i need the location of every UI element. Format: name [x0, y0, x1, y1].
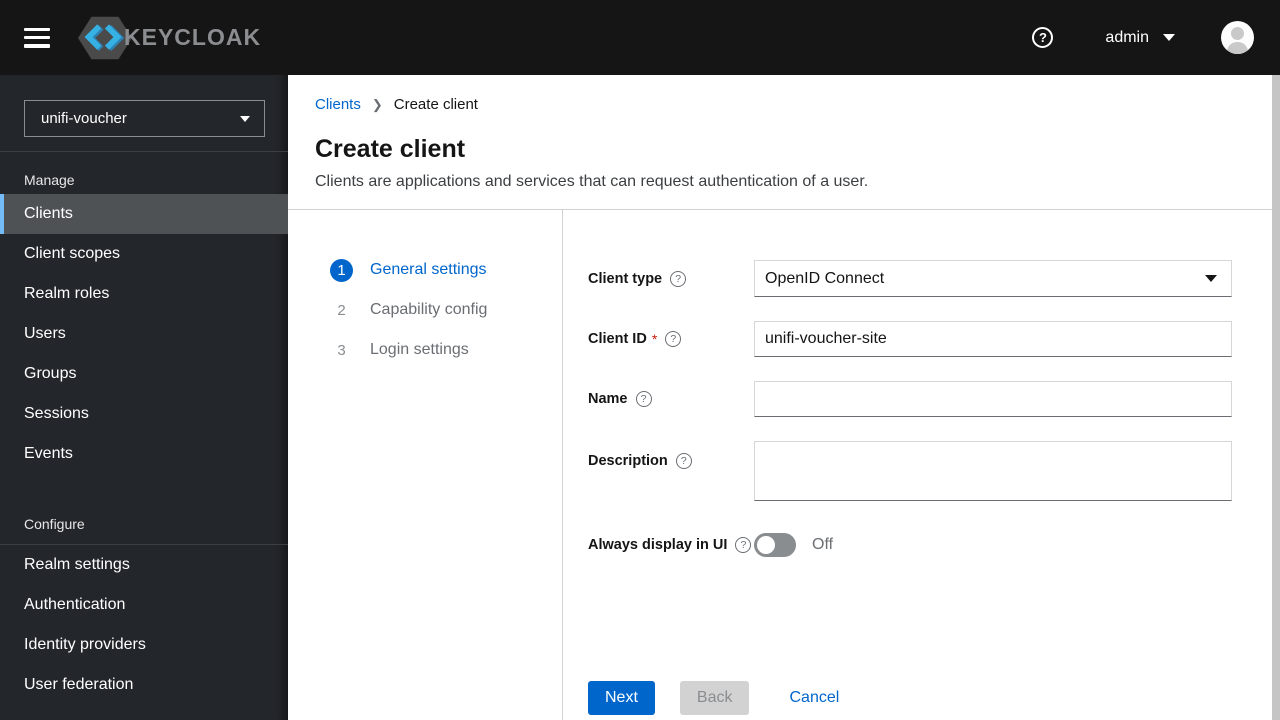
nav-section-manage: Manage — [24, 172, 75, 188]
sidebar-item-sessions[interactable]: Sessions — [0, 394, 288, 434]
wizard-step-general-settings[interactable]: 1 General settings — [288, 250, 562, 290]
toggle-knob — [757, 536, 775, 554]
realm-selector-block: unifi-voucher — [0, 75, 288, 152]
back-button[interactable]: Back — [679, 681, 750, 715]
sidebar-item-user-federation[interactable]: User federation — [0, 665, 288, 705]
realm-name: unifi-voucher — [41, 110, 127, 127]
caret-down-icon — [1163, 34, 1175, 41]
hamburger-icon[interactable] — [24, 27, 50, 48]
client-type-label: Client type — [588, 270, 663, 287]
scrollbar[interactable] — [1272, 75, 1280, 720]
chevron-down-icon — [1205, 275, 1217, 282]
sidebar-item-groups[interactable]: Groups — [0, 354, 288, 394]
step-number-badge: 1 — [330, 258, 353, 282]
avatar-head-icon — [1231, 27, 1244, 40]
required-indicator: * — [651, 331, 658, 347]
question-circle-icon[interactable]: ? — [735, 537, 752, 553]
general-settings-form: Client type ? OpenID Connect Client ID *… — [563, 210, 1272, 720]
step-number-badge: 2 — [337, 301, 346, 319]
sidebar-item-realm-roles[interactable]: Realm roles — [0, 274, 288, 314]
sidebar-item-client-scopes[interactable]: Client scopes — [0, 234, 288, 274]
wizard-step-login-settings[interactable]: 3 Login settings — [288, 330, 562, 370]
username: admin — [1105, 28, 1149, 46]
realm-selector[interactable]: unifi-voucher — [24, 100, 265, 137]
question-circle-icon[interactable]: ? — [670, 270, 687, 287]
step-number-badge: 3 — [337, 341, 346, 359]
question-circle-icon[interactable]: ? — [675, 453, 692, 469]
breadcrumb-separator-icon: ❯ — [371, 96, 383, 112]
next-button[interactable]: Next — [588, 681, 655, 715]
sidebar-item-events[interactable]: Events — [0, 434, 288, 474]
nav-section-configure: Configure — [0, 516, 288, 545]
page-header: Clients ❯ Create client Create client Cl… — [288, 75, 1272, 210]
cancel-button[interactable]: Cancel — [789, 681, 839, 715]
avatar-body-icon — [1227, 42, 1248, 54]
breadcrumb: Clients ❯ Create client — [315, 96, 1272, 113]
sidebar-item-realm-settings[interactable]: Realm settings — [0, 545, 288, 585]
name-label: Name — [588, 391, 628, 407]
sidebar-item-identity-providers[interactable]: Identity providers — [0, 625, 288, 665]
always-display-row: Always display in UI ? Off — [588, 533, 1232, 557]
sidebar: unifi-voucher Manage Clients Client scop… — [0, 75, 288, 720]
breadcrumb-current: Create client — [393, 96, 478, 113]
client-id-row: Client ID * ? — [588, 321, 1232, 357]
question-circle-icon[interactable]: ? — [635, 391, 652, 407]
sidebar-item-users[interactable]: Users — [0, 314, 288, 354]
breadcrumb-clients-link[interactable]: Clients — [315, 96, 361, 113]
client-id-input[interactable] — [754, 321, 1232, 357]
caret-down-icon — [240, 115, 250, 122]
sidebar-nav: Manage Clients Client scopes Realm roles… — [0, 172, 288, 705]
sidebar-item-clients[interactable]: Clients — [0, 194, 288, 234]
name-input[interactable] — [754, 381, 1232, 417]
toggle-state-label: Off — [812, 536, 834, 553]
description-label: Description — [588, 453, 668, 469]
wizard-step-capability-config[interactable]: 2 Capability config — [288, 290, 562, 330]
client-type-value: OpenID Connect — [765, 269, 885, 287]
description-row: Description ? — [588, 441, 1232, 506]
description-textarea[interactable] — [754, 441, 1232, 501]
step-label: General settings — [370, 261, 487, 278]
user-menu[interactable]: admin — [1105, 29, 1175, 47]
avatar[interactable] — [1221, 21, 1254, 54]
masthead: KEYCLOAK ? admin — [0, 0, 1280, 75]
keycloak-logo: KEYCLOAK — [78, 14, 261, 62]
step-label: Login settings — [370, 341, 469, 358]
wizard-steps: 1 General settings 2 Capability config 3… — [288, 210, 563, 720]
sidebar-item-authentication[interactable]: Authentication — [0, 585, 288, 625]
client-type-row: Client type ? OpenID Connect — [588, 260, 1232, 297]
client-id-label: Client ID — [588, 331, 647, 347]
main-content: Clients ❯ Create client Create client Cl… — [288, 75, 1272, 720]
step-label: Capability config — [370, 301, 488, 318]
brand-text: KEYCLOAK — [124, 24, 262, 50]
question-circle-icon[interactable]: ? — [665, 331, 682, 347]
always-display-toggle[interactable] — [754, 533, 796, 557]
wizard-actions: Next Back Cancel — [588, 681, 1232, 715]
page-subtitle: Clients are applications and services th… — [315, 173, 869, 190]
client-type-select[interactable]: OpenID Connect — [754, 260, 1232, 297]
name-row: Name ? — [588, 381, 1232, 417]
page-title: Create client — [315, 135, 466, 163]
always-display-label: Always display in UI — [588, 537, 728, 553]
help-icon[interactable]: ? — [1032, 27, 1054, 48]
